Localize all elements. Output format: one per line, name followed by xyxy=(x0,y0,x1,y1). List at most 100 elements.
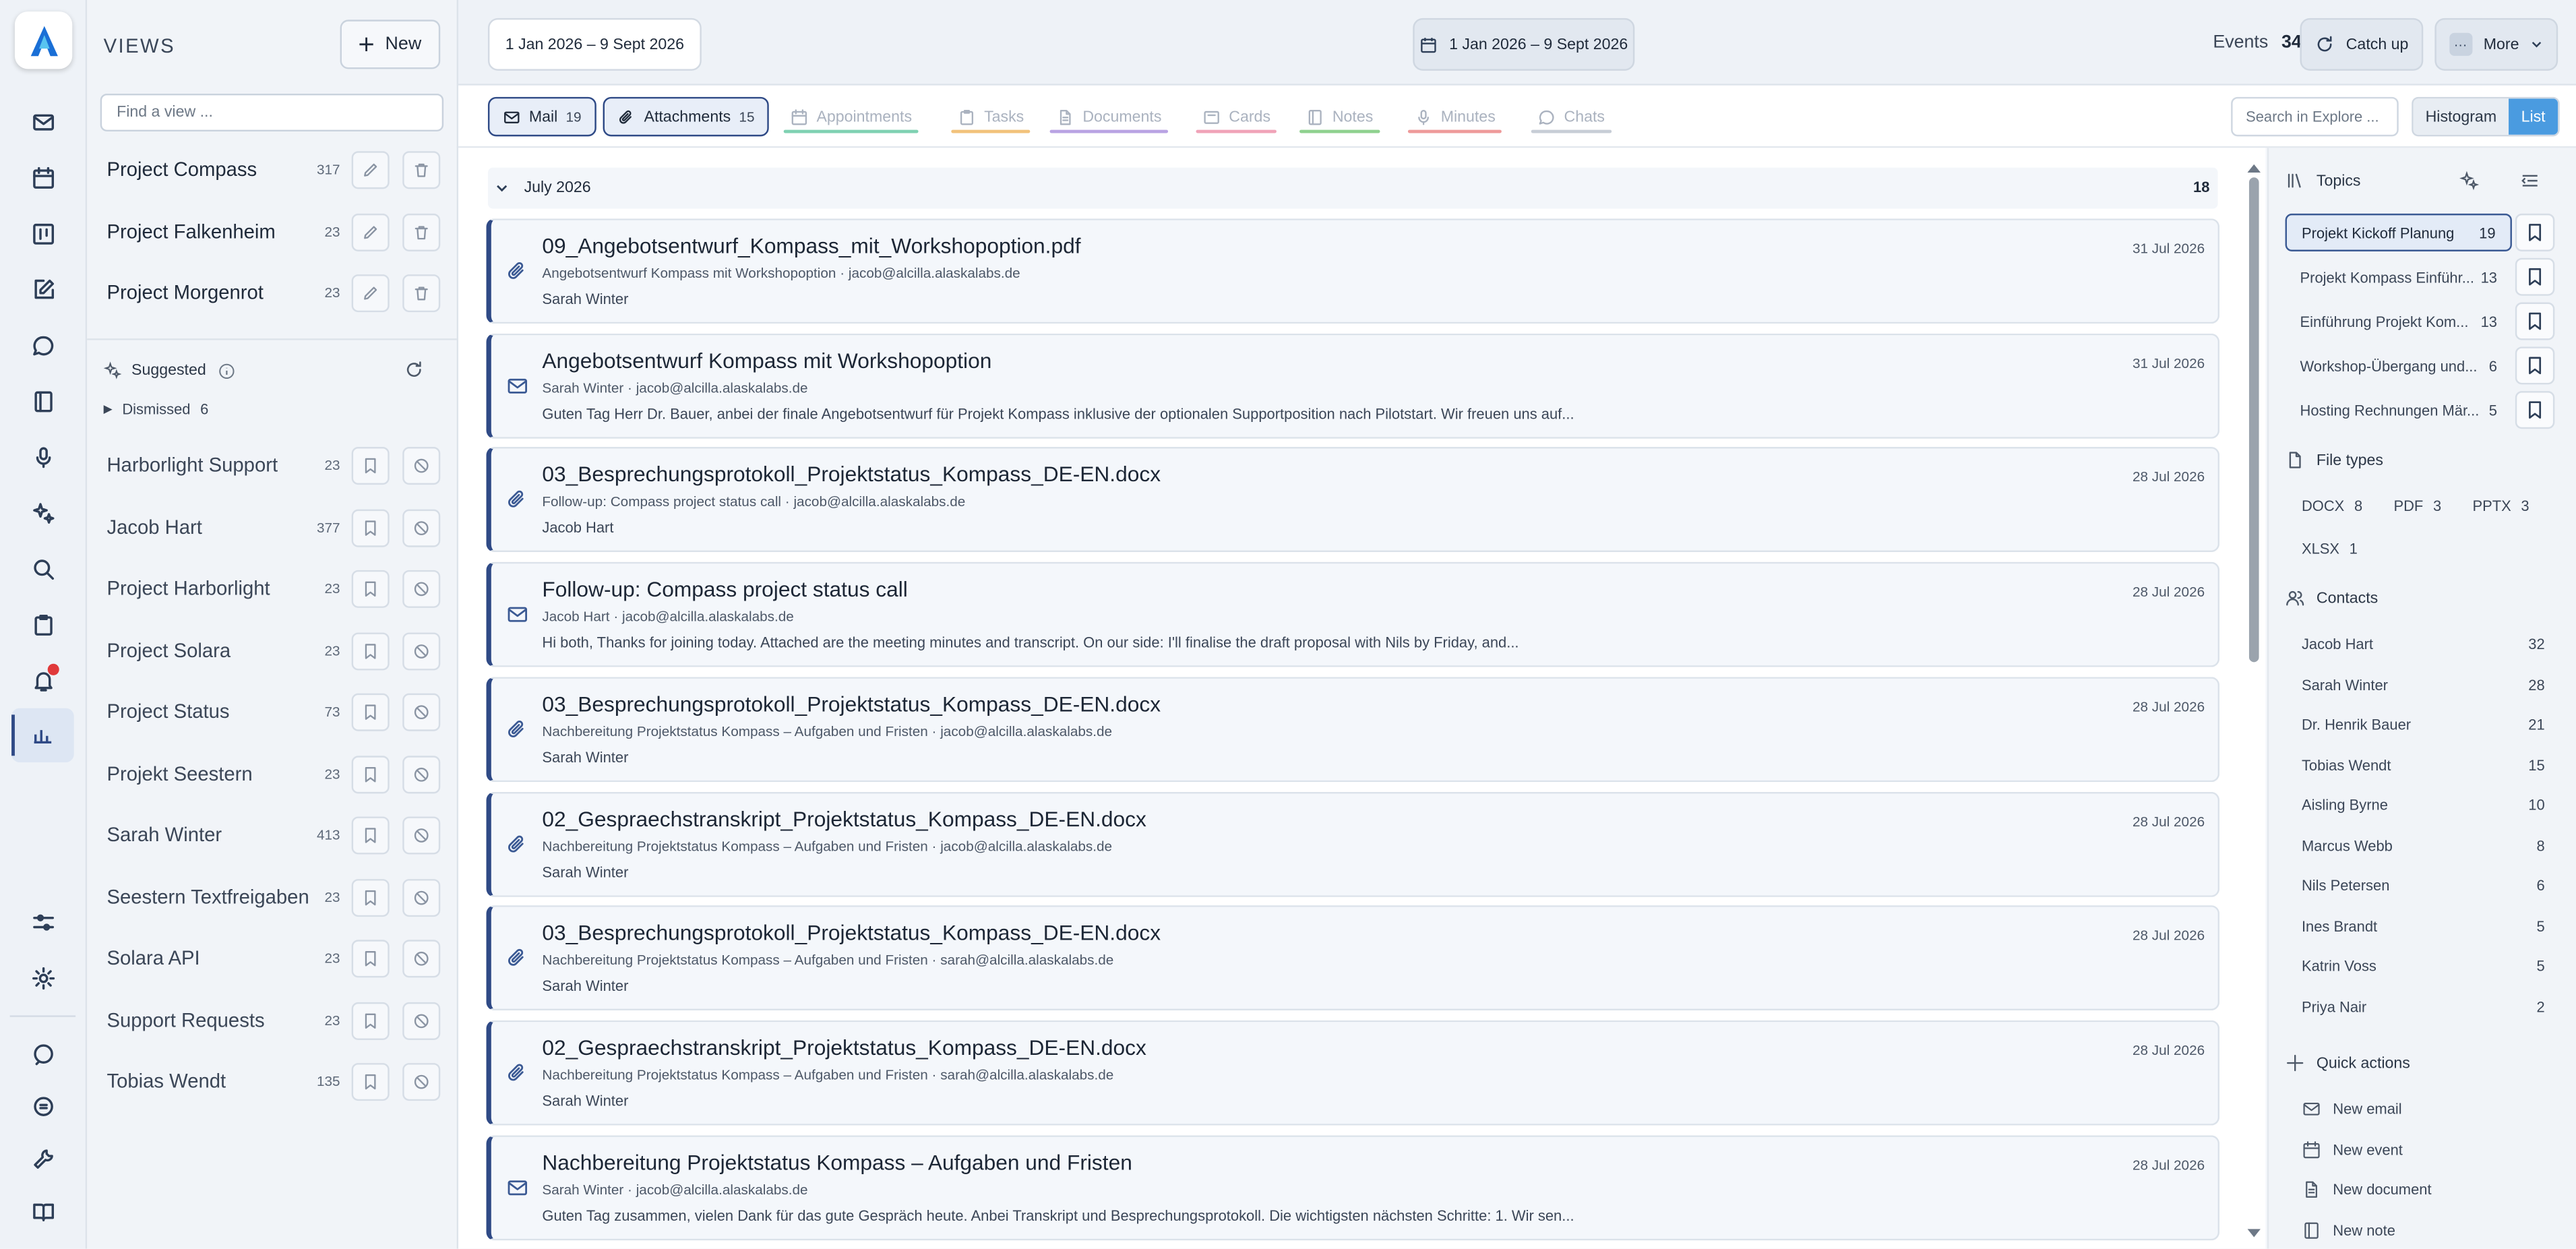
clipboard-icon[interactable] xyxy=(25,606,61,642)
new-view-button[interactable]: New xyxy=(340,20,441,69)
dismiss-view-button[interactable] xyxy=(402,693,441,731)
save-view-button[interactable] xyxy=(351,447,390,485)
delete-view-button[interactable] xyxy=(402,274,441,313)
save-view-button[interactable] xyxy=(351,508,390,547)
contact-katrin-voss[interactable]: Katrin Voss 5 xyxy=(2302,958,2545,974)
attachment-item[interactable]: 03_Besprechungsprotokoll_Projektstatus_K… xyxy=(486,447,2220,553)
suggested-view-project-harborlight[interactable]: Project Harborlight 23 xyxy=(87,559,458,619)
kanban-icon[interactable] xyxy=(25,215,61,251)
attachment-item[interactable]: 03_Besprechungsprotokoll_Projektstatus_K… xyxy=(486,905,2220,1011)
find-view-input[interactable]: Find a view ... xyxy=(100,93,444,131)
attachment-item[interactable]: 03_Besprechungsprotokoll_Projektstatus_K… xyxy=(486,676,2220,782)
more-menu-button[interactable]: ··· More xyxy=(2434,18,2558,71)
filetype-pptx[interactable]: PPTX 3 xyxy=(2472,498,2529,514)
topic-bookmark-button[interactable] xyxy=(2515,257,2555,296)
mail-item[interactable]: Nachbereitung Projektstatus Kompass – Au… xyxy=(486,1134,2220,1240)
quick-action-new-email[interactable]: New email xyxy=(2302,1099,2402,1119)
topic-bookmark-button[interactable] xyxy=(2515,391,2555,429)
tab-appointments[interactable]: Appointments xyxy=(777,97,925,137)
wrench-icon[interactable] xyxy=(25,1140,61,1177)
tab-attachments[interactable]: Attachments 15 xyxy=(603,96,770,137)
refresh-icon[interactable] xyxy=(404,360,424,379)
dismiss-view-button[interactable] xyxy=(402,1001,441,1039)
list-button[interactable]: List xyxy=(2509,98,2558,135)
saved-view-project-morgenrot[interactable]: Project Morgenrot 23 xyxy=(87,263,458,324)
mail-item[interactable]: Follow-up: Compass project status call Ja… xyxy=(486,561,2220,667)
explore-search-input[interactable]: Search in Explore ... xyxy=(2231,96,2399,137)
dismiss-view-button[interactable] xyxy=(402,570,441,608)
histogram-button[interactable]: Histogram xyxy=(2413,98,2509,135)
sparkle-icon[interactable] xyxy=(2459,171,2480,191)
contact-sarah-winter[interactable]: Sarah Winter 28 xyxy=(2302,676,2545,692)
edit-view-button[interactable] xyxy=(351,151,390,189)
quick-action-new-document[interactable]: New document xyxy=(2302,1180,2432,1199)
save-view-button[interactable] xyxy=(351,755,390,793)
collapse-panel-icon[interactable] xyxy=(2520,171,2540,191)
topic-bookmark-button[interactable] xyxy=(2515,213,2555,251)
calendar-icon[interactable] xyxy=(25,159,61,195)
suggested-view-projekt-seestern[interactable]: Projekt Seestern 23 xyxy=(87,743,458,804)
save-view-button[interactable] xyxy=(351,570,390,608)
language-icon[interactable] xyxy=(25,1088,61,1124)
dismiss-view-button[interactable] xyxy=(402,1063,441,1101)
sparkle-icon[interactable] xyxy=(25,495,61,531)
dismiss-view-button[interactable] xyxy=(402,940,441,978)
edit-view-button[interactable] xyxy=(351,212,390,251)
list-scrollbar[interactable] xyxy=(2248,177,2259,663)
contact-dr-henrik-bauer[interactable]: Dr. Henrik Bauer 21 xyxy=(2302,717,2545,733)
edit-view-button[interactable] xyxy=(351,274,390,313)
tab-minutes[interactable]: Minutes xyxy=(1401,97,1508,137)
contact-ines-brandt[interactable]: Ines Brandt 5 xyxy=(2302,917,2545,934)
tab-tasks[interactable]: Tasks xyxy=(945,97,1037,137)
tab-documents[interactable]: Documents xyxy=(1043,97,1175,137)
contact-priya-nair[interactable]: Priya Nair 2 xyxy=(2302,998,2545,1014)
suggested-view-seestern-textfreigaben[interactable]: Seestern Textfreigaben 23 xyxy=(87,867,458,927)
filetype-pdf[interactable]: PDF 3 xyxy=(2393,498,2441,514)
suggested-view-project-solara[interactable]: Project Solara 23 xyxy=(87,620,458,681)
contact-marcus-webb[interactable]: Marcus Webb 8 xyxy=(2302,837,2545,853)
tab-cards[interactable]: Cards xyxy=(1190,97,1284,137)
gear-icon[interactable] xyxy=(25,960,61,996)
saved-view-project-falkenheim[interactable]: Project Falkenheim 23 xyxy=(87,202,458,262)
notebook-icon[interactable] xyxy=(25,383,61,419)
date-range-filter[interactable]: 1 Jan 2026 – 9 Sept 2026 xyxy=(1413,18,1635,71)
dismiss-view-button[interactable] xyxy=(402,632,441,670)
topic-bookmark-button[interactable] xyxy=(2515,346,2555,385)
dismiss-view-button[interactable] xyxy=(402,508,441,547)
suggested-view-harborlight-support[interactable]: Harborlight Support 23 xyxy=(87,435,458,496)
mail-icon[interactable] xyxy=(25,104,61,140)
delete-view-button[interactable] xyxy=(402,212,441,251)
dismiss-view-button[interactable] xyxy=(402,755,441,793)
sliders-icon[interactable] xyxy=(25,904,61,940)
contact-aisling-byrne[interactable]: Aisling Byrne 10 xyxy=(2302,797,2545,813)
contact-jacob-hart[interactable]: Jacob Hart 32 xyxy=(2302,636,2545,652)
dismiss-view-button[interactable] xyxy=(402,878,441,916)
topic-item[interactable]: Einführung Projekt Kom... 13 xyxy=(2286,303,2512,340)
contact-tobias-wendt[interactable]: Tobias Wendt 15 xyxy=(2302,756,2545,772)
filetype-xlsx[interactable]: XLSX 1 xyxy=(2302,541,2358,557)
save-view-button[interactable] xyxy=(351,632,390,670)
suggested-view-jacob-hart[interactable]: Jacob Hart 377 xyxy=(87,497,458,557)
tab-notes[interactable]: Notes xyxy=(1293,97,1386,137)
contact-nils-petersen[interactable]: Nils Petersen 6 xyxy=(2302,878,2545,894)
suggested-view-project-status[interactable]: Project Status 73 xyxy=(87,682,458,743)
saved-view-project-compass[interactable]: Project Compass 317 xyxy=(87,140,458,200)
edit-icon[interactable] xyxy=(25,271,61,307)
delete-view-button[interactable] xyxy=(402,151,441,189)
save-view-button[interactable] xyxy=(351,1001,390,1039)
topic-item[interactable]: Projekt Kickoff Planung 19 xyxy=(2285,213,2512,251)
topic-item[interactable]: Hosting Rechnungen Mär... 5 xyxy=(2286,391,2512,429)
catch-up-button[interactable]: Catch up xyxy=(2300,18,2424,71)
mail-item[interactable]: Angebotsentwurf Kompass mit Workshopopti… xyxy=(486,333,2220,439)
topic-item[interactable]: Projekt Kompass Einführ... 13 xyxy=(2286,258,2512,296)
save-view-button[interactable] xyxy=(351,940,390,978)
tab-chats[interactable]: Chats xyxy=(1525,97,1618,137)
book-icon[interactable] xyxy=(25,1193,61,1229)
suggested-view-tobias-wendt[interactable]: Tobias Wendt 135 xyxy=(87,1052,458,1112)
support-chat-icon[interactable] xyxy=(25,1035,61,1072)
topic-item[interactable]: Workshop-Übergang und... 6 xyxy=(2286,346,2512,384)
analytics-nav-active[interactable] xyxy=(11,708,74,762)
attachment-item[interactable]: 02_Gespraechstranskript_Projektstatus_Ko… xyxy=(486,791,2220,896)
chat-icon[interactable] xyxy=(25,327,61,363)
month-group-header[interactable]: July 2026 18 xyxy=(487,167,2218,209)
